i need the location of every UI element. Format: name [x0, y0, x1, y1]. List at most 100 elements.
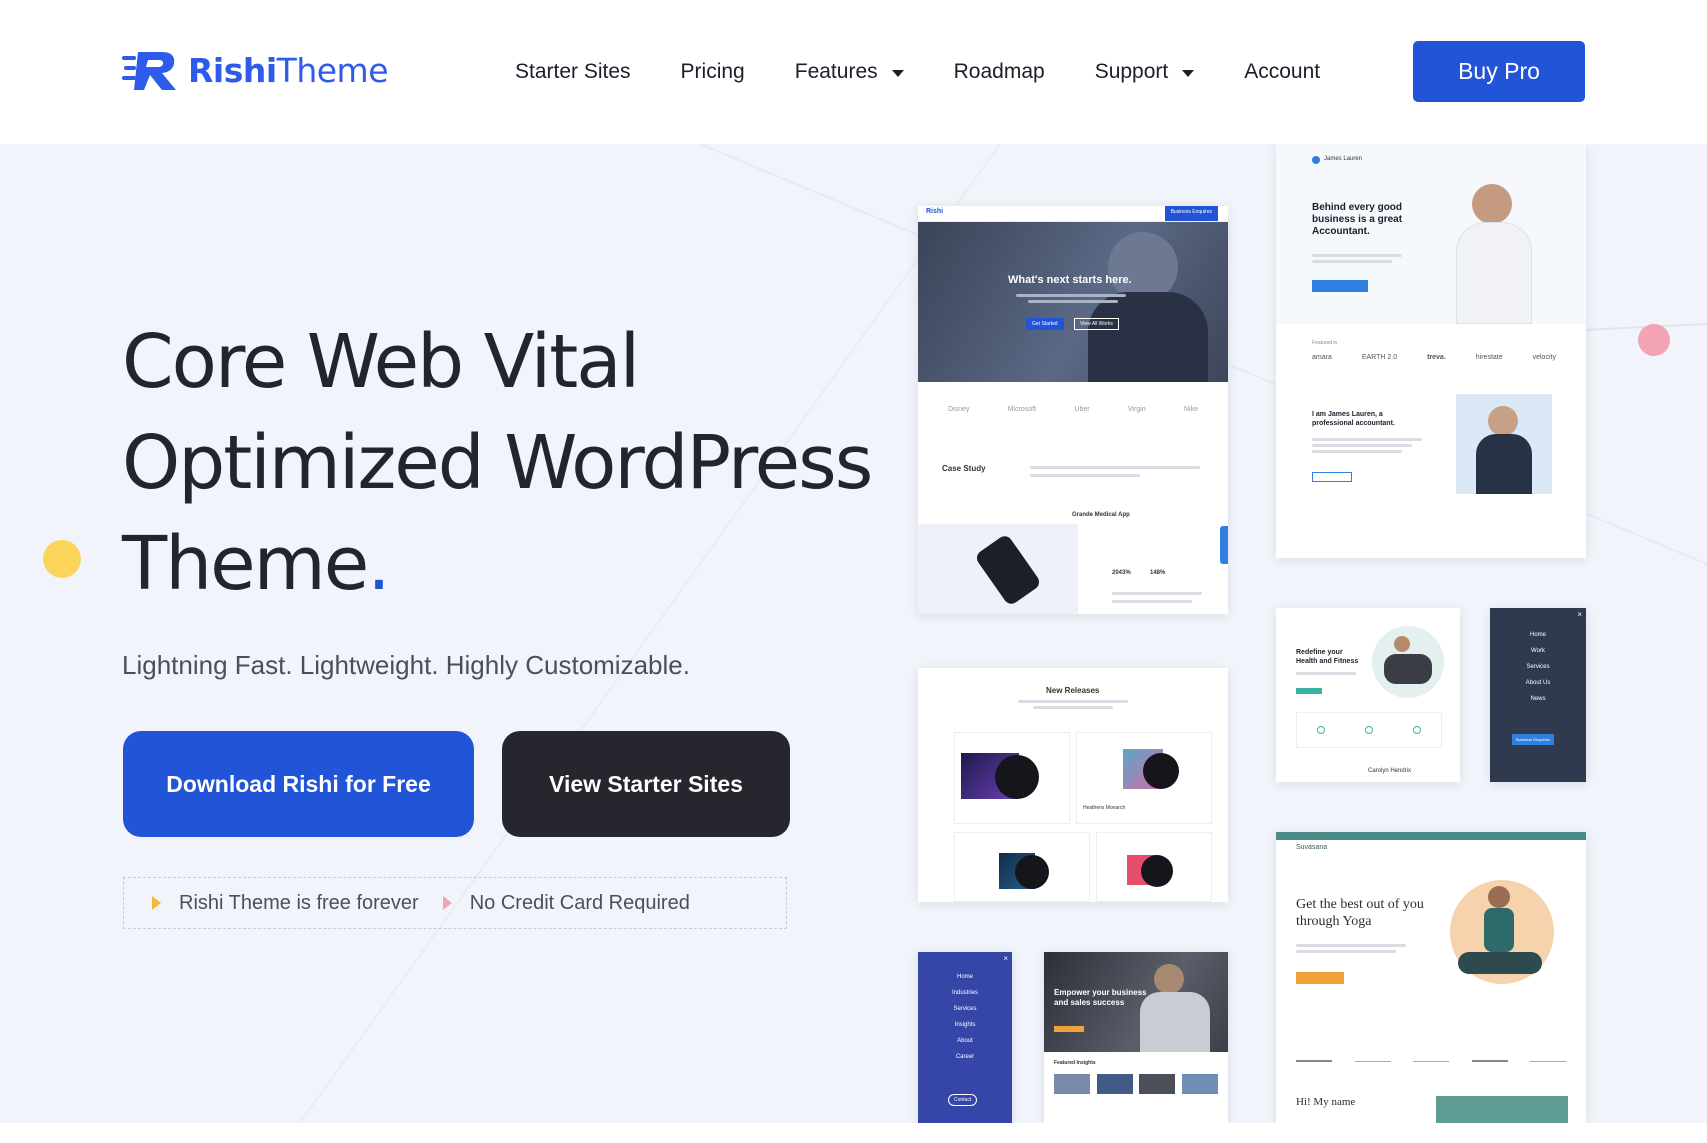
phone-image — [918, 524, 1078, 614]
person-photo — [1088, 292, 1208, 382]
mockup-brand: James Lauren — [1324, 156, 1363, 162]
mockup-hero: James Lauren Behind every good business … — [1276, 144, 1586, 324]
text-line — [1296, 950, 1396, 953]
mockup-header: Rishi Business Enquires — [918, 206, 1228, 222]
nav-label: Roadmap — [953, 60, 1045, 83]
main-nav: Starter Sites Pricing Features Roadmap S… — [515, 56, 1370, 88]
stat-value: 148% — [1150, 570, 1166, 576]
caret-down-icon — [891, 69, 904, 77]
fitness-title: Redefine your Health and Fitness — [1296, 649, 1359, 665]
featured-logo: velocity — [1532, 354, 1556, 361]
mockup-button — [1054, 1026, 1084, 1032]
mockup-button — [1296, 972, 1344, 984]
menu-item: Career — [955, 1054, 975, 1060]
featured-logo: treva. — [1427, 354, 1446, 361]
album-card — [954, 732, 1070, 824]
featured-logo: hirestate — [1475, 354, 1503, 361]
top-bar — [1276, 832, 1586, 840]
menu-item: Services — [1526, 664, 1550, 670]
nav-label: Starter Sites — [515, 60, 631, 83]
nav-pricing[interactable]: Pricing — [681, 56, 745, 88]
vinyl-record-icon — [1141, 855, 1173, 887]
feature-row — [1296, 712, 1442, 748]
person-body — [1384, 654, 1432, 684]
mockup-business: Empower your business and sales success … — [1044, 952, 1228, 1123]
text-line — [1312, 438, 1422, 441]
text-line — [1312, 444, 1412, 447]
music-title: New Releases — [1046, 686, 1100, 695]
close-icon: × — [1003, 954, 1008, 963]
partner-logo — [1471, 1054, 1508, 1062]
decorative-dot-yellow — [43, 540, 81, 578]
text-line — [1033, 706, 1113, 709]
nav-starter-sites[interactable]: Starter Sites — [515, 56, 631, 88]
hero-subline: Lightning Fast. Lightweight. Highly Cust… — [122, 650, 690, 680]
insight-thumbnail — [1096, 1074, 1133, 1094]
nav-features[interactable]: Features — [795, 56, 904, 88]
mockup-button — [1312, 280, 1368, 292]
nav-roadmap[interactable]: Roadmap — [954, 56, 1045, 88]
person-head — [1488, 886, 1510, 908]
case-study-label: Case Study — [942, 464, 986, 473]
insight-thumbnail — [1181, 1074, 1218, 1094]
hero-section: Core Web Vital Optimized WordPress Theme… — [0, 144, 1707, 1123]
person-body — [1476, 434, 1532, 494]
text-line — [1312, 450, 1402, 453]
menu-item: About — [957, 1038, 973, 1044]
partner-logo: Nike — [1183, 406, 1198, 413]
headline-line-2: Optimized WordPress — [122, 420, 873, 506]
menu-item: Industries — [951, 990, 978, 996]
menu-item: Home — [956, 974, 973, 980]
nav-account[interactable]: Account — [1244, 56, 1320, 88]
menu-item: Work — [1531, 648, 1545, 654]
nav-support[interactable]: Support — [1095, 56, 1195, 88]
person-photo — [1456, 222, 1532, 324]
download-button[interactable]: Download Rishi for Free — [123, 731, 474, 837]
feature-highlights: Rishi Theme is free forever No Credit Ca… — [123, 877, 787, 929]
person-body — [1484, 908, 1514, 952]
portrait-photo — [1456, 394, 1552, 494]
side-tab — [1220, 526, 1228, 564]
featured-logos: amara EARTH 2.0 treva. hirestate velocit… — [1312, 354, 1556, 361]
caret-down-icon — [1182, 69, 1195, 77]
menu-item: Services — [953, 1006, 977, 1012]
view-starter-sites-button[interactable]: View Starter Sites — [502, 731, 790, 837]
vinyl-record-icon — [1143, 753, 1179, 789]
mockup-blue-menu: × Home Industries Services Insights Abou… — [918, 952, 1012, 1123]
feature-no-credit-card: No Credit Card Required — [442, 892, 690, 915]
headline-line-3: Theme — [122, 521, 369, 607]
yoga-photo — [1450, 880, 1554, 984]
close-icon: × — [1577, 610, 1582, 619]
insight-thumbnails — [1054, 1074, 1218, 1094]
text-line — [1112, 592, 1202, 595]
menu-item: About Us — [1525, 680, 1551, 686]
partner-logo: Microsoft — [1007, 406, 1037, 413]
phone-device — [973, 533, 1043, 607]
stat-value: 2043% — [1112, 570, 1131, 576]
headline-period: . — [367, 521, 390, 607]
text-line — [1018, 700, 1128, 703]
partner-logos — [1296, 1054, 1566, 1062]
triangle-bullet-icon — [442, 896, 452, 910]
decorative-dot-pink — [1638, 324, 1670, 356]
nav-label: Support — [1094, 60, 1169, 83]
album-title: Heathens Monarch — [1083, 805, 1126, 811]
mockup-button — [1312, 472, 1352, 482]
yoga-greeting: Hi! My name — [1296, 1096, 1356, 1108]
mockup-fitness: Redefine your Health and Fitness Carolyn… — [1276, 608, 1460, 782]
mockup-music: New Releases Heathens Monarch — [918, 668, 1228, 902]
text-line — [1028, 300, 1118, 303]
person-head — [1154, 964, 1184, 994]
text-line — [1296, 944, 1406, 947]
person-head — [1394, 636, 1410, 652]
menu-item: News — [1530, 696, 1546, 702]
business-hero-image: Empower your business and sales success — [1044, 952, 1228, 1052]
feature-icon — [1365, 726, 1373, 734]
mockup-accountant: James Lauren Behind every good business … — [1276, 144, 1586, 558]
buy-pro-button[interactable]: Buy Pro — [1413, 41, 1585, 102]
feature-icon — [1317, 726, 1325, 734]
logo[interactable]: RishiTheme — [122, 48, 389, 92]
mockup-hero-image: What's next starts here. Get Started Vie… — [918, 222, 1228, 382]
text-line — [1016, 294, 1126, 297]
text-line — [1030, 474, 1140, 477]
